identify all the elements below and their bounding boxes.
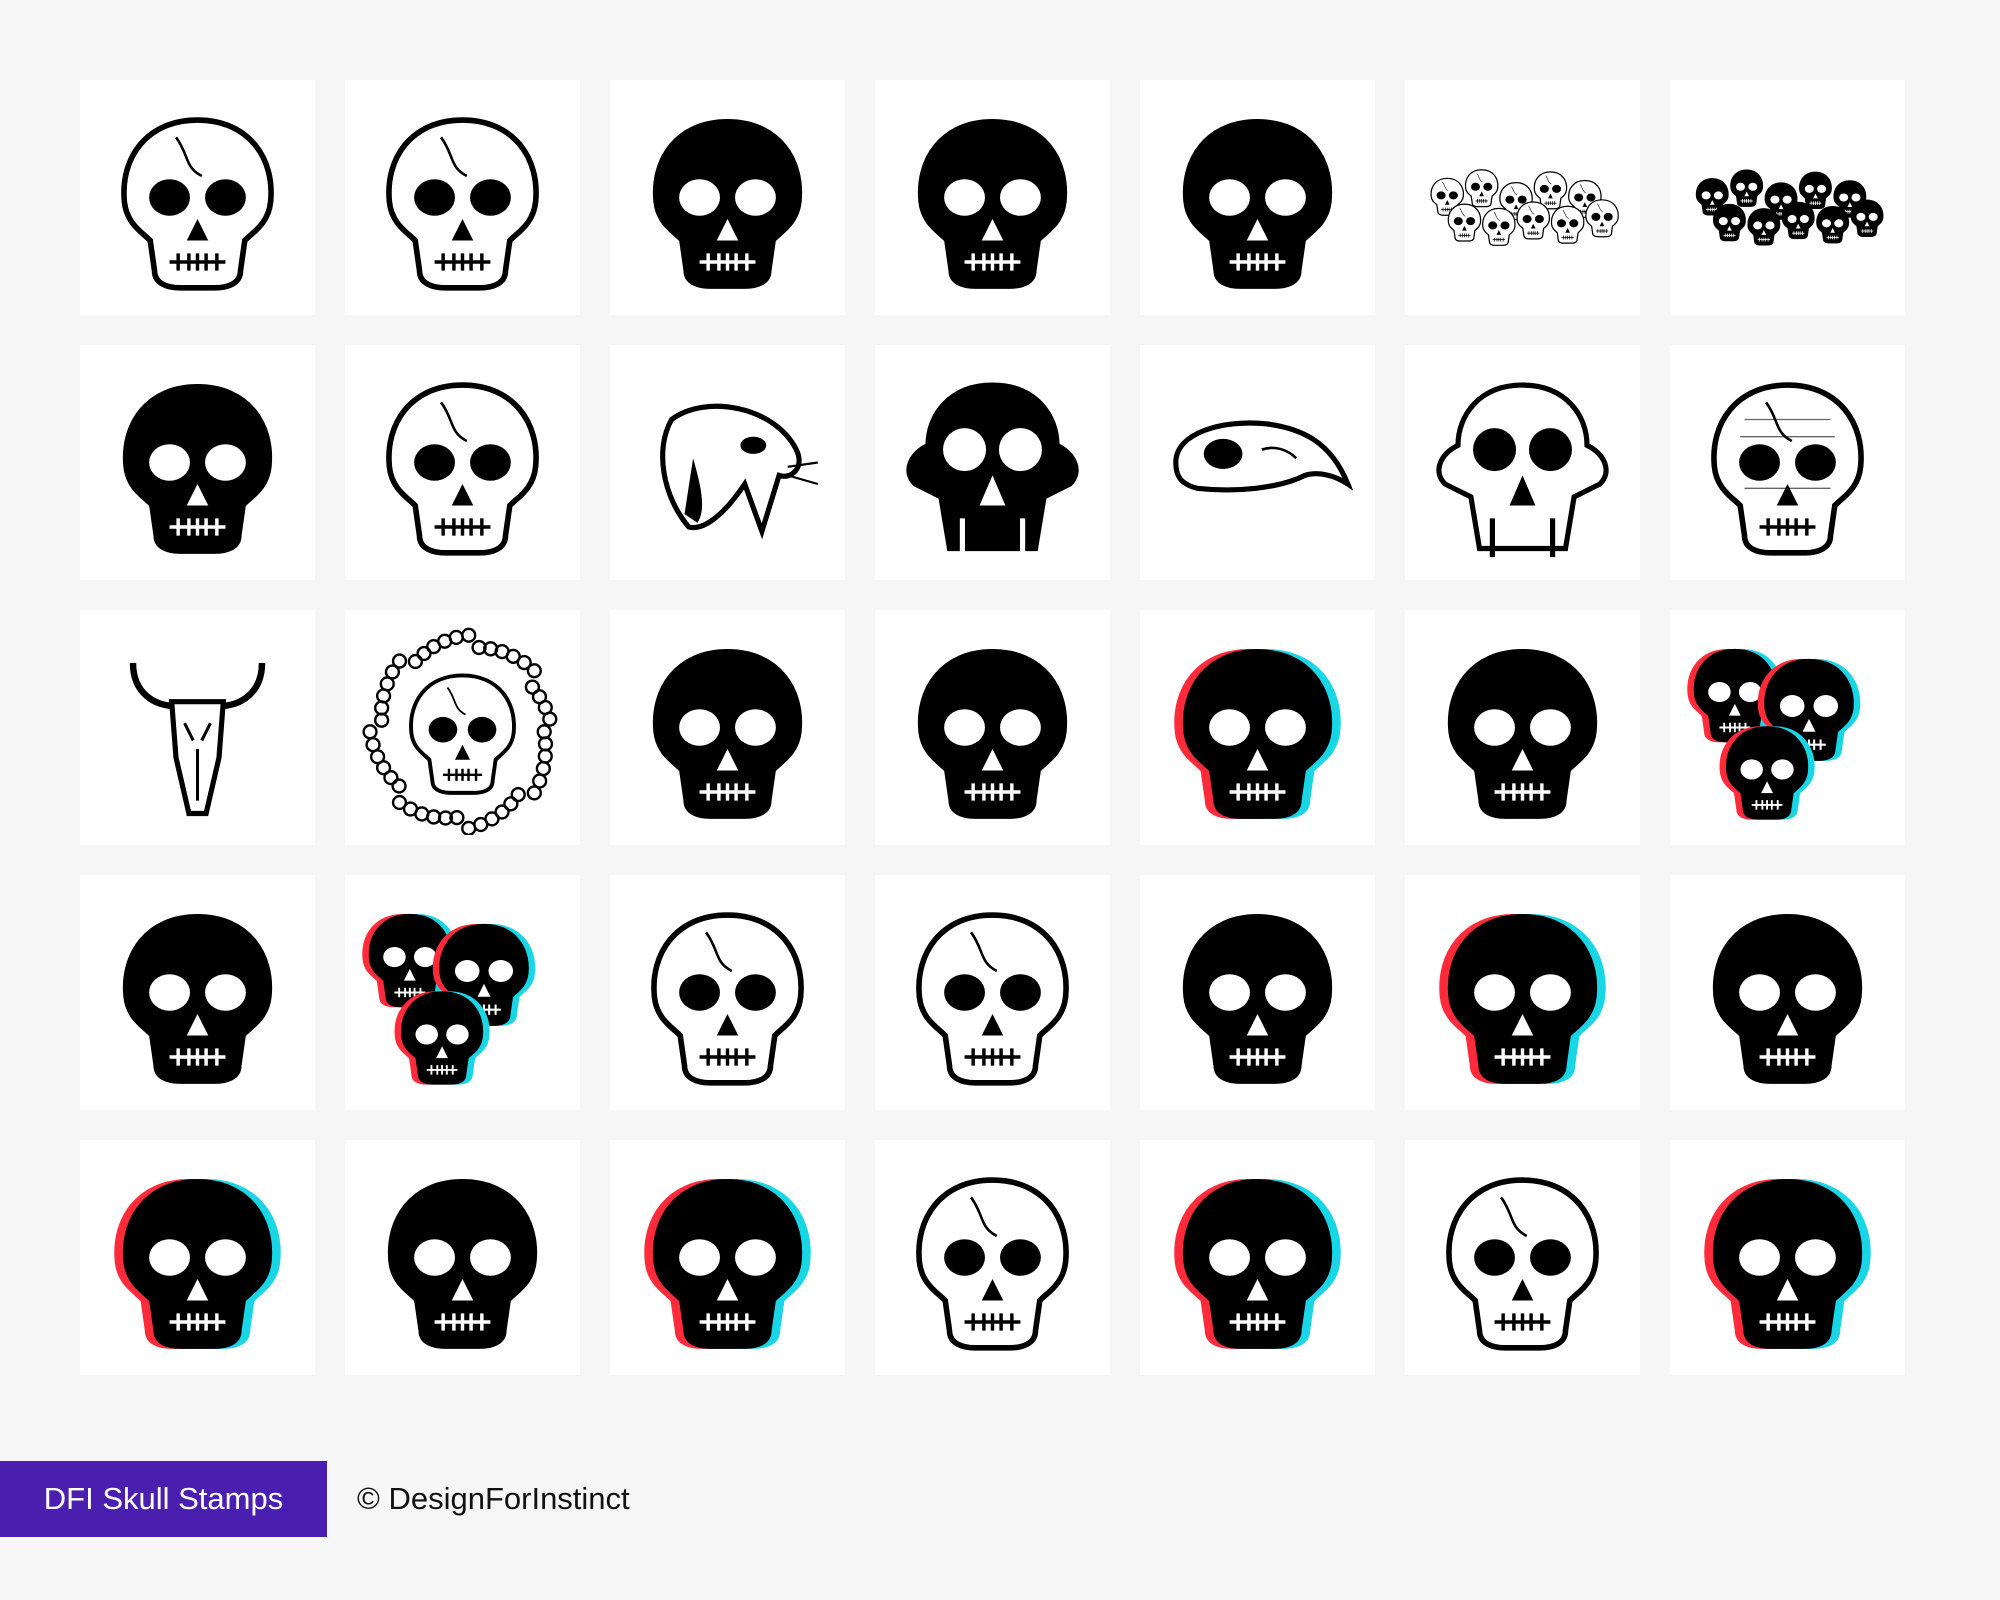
stamp-tile[interactable] [80, 610, 315, 845]
stamp-tile[interactable] [80, 345, 315, 580]
big-cat-skull-icon [620, 355, 835, 570]
stamp-tile[interactable] [1405, 1140, 1640, 1375]
skull-solid-icon [1415, 620, 1630, 835]
stamp-tile[interactable] [875, 1140, 1110, 1375]
stamp-tile[interactable] [80, 875, 315, 1110]
skull-outline-icon [355, 355, 570, 570]
stamp-tile[interactable] [1405, 80, 1640, 315]
stamp-tile[interactable] [1670, 80, 1905, 315]
stamp-tile[interactable] [1140, 80, 1375, 315]
stamp-grid [80, 80, 1905, 1375]
skull-curly-hair-icon [355, 620, 570, 835]
skull-anaglyph-icon [1415, 885, 1630, 1100]
stamp-tile[interactable] [80, 80, 315, 315]
stamp-tile[interactable] [345, 875, 580, 1110]
stamp-tile[interactable] [345, 80, 580, 315]
stamp-tile[interactable] [1405, 610, 1640, 845]
stamp-tile[interactable] [610, 80, 845, 315]
skull-solid-icon [355, 1150, 570, 1365]
skull-solid-icon [620, 620, 835, 835]
skull-cluster-anaglyph-icon [1680, 620, 1895, 835]
stamp-tile[interactable] [610, 875, 845, 1110]
stamp-tile[interactable] [1140, 1140, 1375, 1375]
skull-solid-icon [620, 90, 835, 305]
skull-solid-icon [1150, 885, 1365, 1100]
stamp-tile[interactable] [1670, 610, 1905, 845]
stamp-tile[interactable] [1405, 875, 1640, 1110]
skull-solid-icon [885, 620, 1100, 835]
bird-skull-icon [1150, 355, 1365, 570]
skull-outline-icon [885, 1150, 1100, 1365]
skull-outline-icon [620, 885, 835, 1100]
ape-skull-outline-icon [1415, 355, 1630, 570]
stamp-tile[interactable] [1670, 1140, 1905, 1375]
stamp-tile[interactable] [875, 875, 1110, 1110]
skull-anaglyph-icon [620, 1150, 835, 1365]
skull-anaglyph-icon [1150, 620, 1365, 835]
stamp-tile[interactable] [875, 610, 1110, 845]
stamp-tile[interactable] [610, 610, 845, 845]
stamp-tile[interactable] [1670, 345, 1905, 580]
skull-outline-icon [90, 90, 305, 305]
product-badge: DFI Skull Stamps [0, 1461, 327, 1537]
skull-solid-icon [90, 355, 305, 570]
skull-outline-icon [355, 90, 570, 305]
skull-anaglyph-icon [1680, 1150, 1895, 1365]
skull-outline-icon [1415, 1150, 1630, 1365]
skull-pile-solid-icon [1680, 90, 1895, 305]
copyright-credit: © DesignForInstinct [357, 1481, 630, 1516]
skull-outline-icon [885, 885, 1100, 1100]
skull-cluster-anaglyph-icon [355, 885, 570, 1100]
stamp-tile[interactable] [1140, 345, 1375, 580]
skull-solid-icon [1150, 90, 1365, 305]
skull-anaglyph-icon [1150, 1150, 1365, 1365]
ape-skull-solid-icon [885, 355, 1100, 570]
stamp-tile[interactable] [1140, 610, 1375, 845]
skull-pile-outline-icon [1415, 90, 1630, 305]
stamp-tile[interactable] [345, 345, 580, 580]
skull-solid-icon [90, 885, 305, 1100]
skull-solid-icon [885, 90, 1100, 305]
stamp-tile[interactable] [1405, 345, 1640, 580]
skull-anaglyph-icon [90, 1150, 305, 1365]
skull-sketch-icon [1680, 355, 1895, 570]
bull-skull-icon [90, 620, 305, 835]
stamp-tile[interactable] [610, 345, 845, 580]
stamp-tile[interactable] [875, 345, 1110, 580]
stamp-tile[interactable] [345, 1140, 580, 1375]
skull-solid-icon [1680, 885, 1895, 1100]
stamp-tile[interactable] [80, 1140, 315, 1375]
footer: DFI Skull Stamps © DesignForInstinct [0, 1461, 630, 1537]
stamp-tile[interactable] [1670, 875, 1905, 1110]
stamp-tile[interactable] [610, 1140, 845, 1375]
stamp-tile[interactable] [1140, 875, 1375, 1110]
stamp-tile[interactable] [345, 610, 580, 845]
stamp-tile[interactable] [875, 80, 1110, 315]
